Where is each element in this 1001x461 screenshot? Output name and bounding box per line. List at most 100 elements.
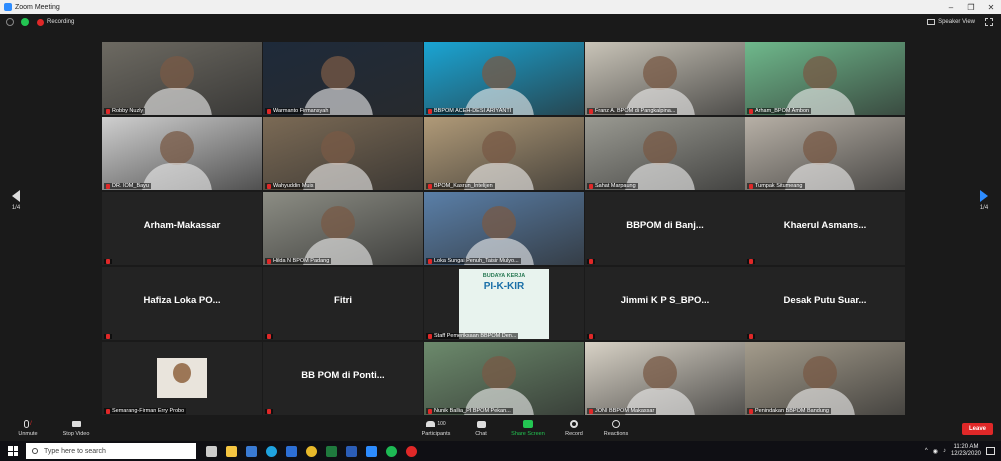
muted-microphone-icon [106, 183, 110, 189]
participants-button[interactable]: 100 Participants [416, 419, 456, 437]
participant-tile[interactable]: Khaerul Asmans... [745, 192, 905, 265]
taskbar-clock[interactable]: 11:20 AM 12/23/2020 [951, 444, 981, 458]
participant-tile[interactable]: Nunik Ballia_PI BPOM Pekan... [424, 342, 584, 415]
stop-video-button[interactable]: Stop Video [56, 419, 96, 437]
participant-silhouette [803, 131, 837, 165]
muted-microphone-icon [589, 108, 593, 114]
participant-name-tag [587, 334, 595, 339]
share-screen-button[interactable]: Share Screen [508, 419, 548, 437]
unmute-button[interactable]: / Unmute [8, 419, 48, 437]
participant-tile[interactable]: Hilda N BPOM Padang [263, 192, 423, 265]
muted-microphone-icon [106, 259, 110, 264]
participant-tile[interactable]: JONI BBPOM Makassar [585, 342, 745, 415]
chevron-up-icon[interactable]: ^ [925, 448, 928, 454]
participant-tile[interactable]: Fitri [263, 267, 423, 340]
participant-tile[interactable]: Semarang-Firman Erry Probo [102, 342, 262, 415]
participant-name-tag: Tumpak Situmeang [747, 183, 805, 189]
participant-tile[interactable]: Arham-Makassar [102, 192, 262, 265]
participant-tile[interactable]: Warmanto Firmansyah [263, 42, 423, 115]
participant-silhouette [803, 356, 837, 390]
participant-tile[interactable]: Franz A. BPOM di Pangkalpina... [585, 42, 745, 115]
participant-silhouette [160, 56, 194, 90]
security-shield-icon[interactable] [21, 18, 29, 26]
speaker-view-button[interactable]: Speaker View [923, 17, 979, 27]
prev-page-button[interactable]: 1/4 [6, 190, 26, 211]
participant-video [263, 192, 423, 265]
participant-tile[interactable]: Loka Sungai Penuh_Taisir Mulyo... [424, 192, 584, 265]
muted-microphone-icon [749, 183, 753, 189]
participant-tile[interactable]: Jimmi K P S_BPO... [585, 267, 745, 340]
close-icon[interactable]: ✕ [981, 3, 1001, 12]
clock-date: 12/23/2020 [950, 451, 981, 457]
participant-name-tag: Arham_BPOM Ambon [747, 108, 812, 114]
network-icon[interactable]: ◉ [933, 448, 938, 455]
mail-icon[interactable] [286, 445, 297, 457]
participant-video [745, 117, 905, 190]
participant-tile[interactable]: BPOM_Kasrun_Intelijen [424, 117, 584, 190]
smiley-icon [612, 420, 620, 428]
participant-video [585, 117, 745, 190]
windows-start-icon[interactable] [8, 446, 18, 456]
speaker-view-label: Speaker View [938, 19, 975, 25]
page-indicator-right: 1/4 [979, 205, 989, 211]
info-icon[interactable] [6, 18, 14, 26]
participant-tile[interactable]: Robby Nuzly [102, 42, 262, 115]
volume-icon[interactable]: ♪ [943, 448, 946, 454]
participant-tile[interactable]: Tumpak Situmeang [745, 117, 905, 190]
fullscreen-icon[interactable] [985, 18, 993, 26]
reactions-button[interactable]: Reactions [596, 419, 636, 437]
participant-tile[interactable]: BBPOM di Banj... [585, 192, 745, 265]
record-button[interactable]: Record [554, 419, 594, 437]
taskbar-search[interactable]: Type here to search [26, 443, 196, 459]
chat-button[interactable]: Chat [461, 419, 501, 437]
participant-tile[interactable]: Hafiza Loka PO... [102, 267, 262, 340]
next-page-button[interactable]: 1/4 [974, 190, 994, 211]
participant-tile[interactable]: Penindakan BBPOM Bandung [745, 342, 905, 415]
participant-body [142, 163, 212, 190]
task-view-icon[interactable] [206, 445, 217, 457]
file-explorer-icon[interactable] [226, 445, 237, 457]
muted-microphone-icon [428, 408, 432, 414]
spotify-icon[interactable] [386, 445, 397, 457]
participant-tile[interactable]: DR. IOM_Bayu [102, 117, 262, 190]
participant-video [424, 42, 584, 115]
opera-icon[interactable] [406, 445, 417, 457]
participant-tile[interactable]: BUDAYA KERJA PI-K-KIR Staff Pemeriksaan BB… [424, 267, 584, 340]
leave-meeting-button[interactable]: Leave [961, 423, 993, 435]
participant-tile[interactable]: Arham_BPOM Ambon [745, 42, 905, 115]
muted-microphone-icon [106, 334, 110, 339]
notification-icon[interactable] [986, 447, 995, 455]
muted-microphone-icon [589, 183, 593, 189]
muted-microphone-icon [749, 108, 753, 114]
chrome-icon[interactable] [306, 445, 317, 457]
participant-name: Warmanto Firmansyah [273, 108, 329, 114]
excel-icon[interactable] [326, 445, 337, 457]
muted-microphone-icon [589, 259, 593, 264]
participant-tile[interactable]: BBPOM ACEH-DESI ARIYANTI [424, 42, 584, 115]
store-icon[interactable] [246, 445, 257, 457]
participant-silhouette [482, 56, 516, 90]
edge-icon[interactable] [266, 445, 277, 457]
participant-name-tag: Sahat Marpaung [587, 183, 638, 189]
participant-tile[interactable]: Desak Putu Suar... [745, 267, 905, 340]
participant-video [585, 342, 745, 415]
muted-microphone-icon [106, 408, 110, 414]
participant-display-name: Desak Putu Suar... [783, 295, 867, 306]
participant-name-tag [587, 259, 595, 264]
participant-name: Nunik Ballia_PI BPOM Pekan... [434, 408, 511, 414]
meeting-controls: / Unmute Stop Video 100 Participants Cha… [0, 415, 1001, 441]
participant-silhouette [482, 131, 516, 165]
participant-tile[interactable]: Sahat Marpaung [585, 117, 745, 190]
participant-video [424, 342, 584, 415]
participant-tile[interactable]: Wahyuddin Muis [263, 117, 423, 190]
participant-name-tag: Semarang-Firman Erry Probo [104, 408, 187, 414]
participant-video [424, 192, 584, 265]
word-icon[interactable] [346, 445, 357, 457]
zoom-icon[interactable] [366, 445, 377, 457]
restore-icon[interactable]: ❐ [961, 3, 981, 12]
participant-video [745, 42, 905, 115]
chat-icon [476, 420, 486, 428]
participant-tile[interactable]: BB POM di Ponti... [263, 342, 423, 415]
minimize-icon[interactable]: – [941, 3, 961, 12]
chat-label: Chat [475, 431, 487, 437]
